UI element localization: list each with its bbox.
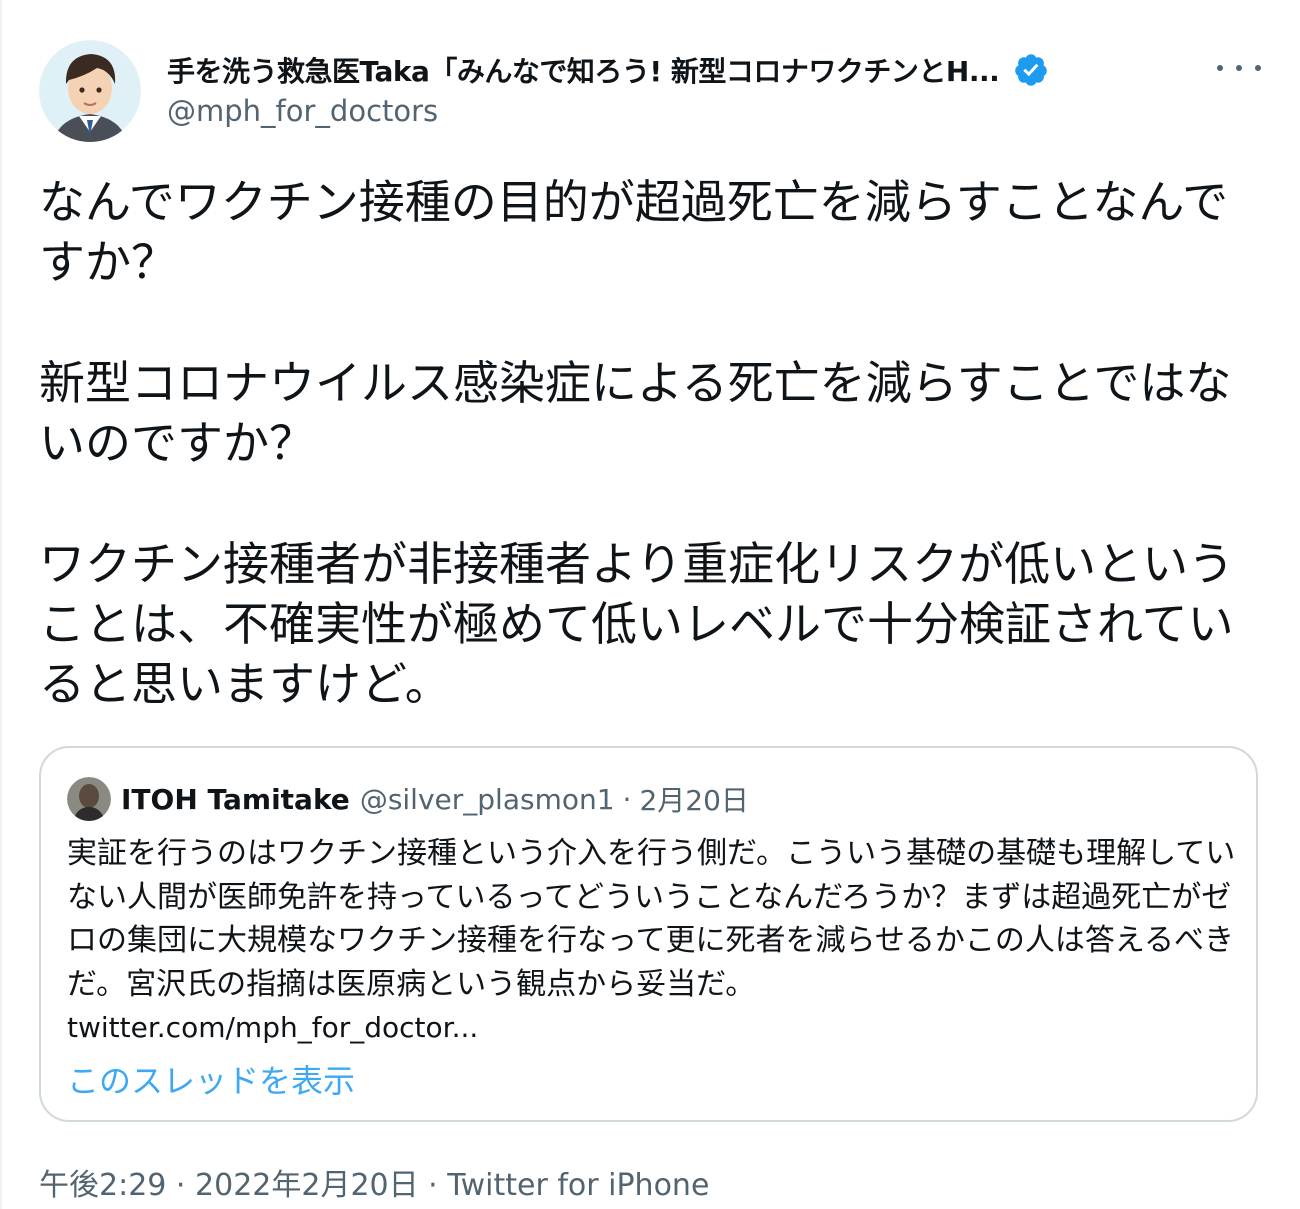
quoted-author-name[interactable]: ITOH Tamitake xyxy=(121,783,350,816)
tweet-text: なんでワクチン接種の目的が超過死亡を減らすことなんですか？ 新型コロナウイルス感… xyxy=(39,172,1254,714)
dot-separator: · xyxy=(175,1168,186,1203)
quoted-tweet-card[interactable]: ITOH Tamitake @silver_plasmon1 · 2月20日 実… xyxy=(39,746,1258,1122)
more-dot-icon xyxy=(1217,65,1223,71)
quoted-tweet-body: 実証を行うのはワクチン接種という介入を行う側だ。こういう基礎の基礎も理解していな… xyxy=(67,836,1236,1002)
more-options-button[interactable] xyxy=(1217,54,1261,82)
author-handle[interactable]: @mph_for_doctors xyxy=(167,94,438,128)
quoted-tweet-text: 実証を行うのはワクチン接種という介入を行う側だ。こういう基礎の基礎も理解していな… xyxy=(67,832,1237,1050)
tweet-metadata: 午後2:29 · 2022年2月20日 · Twitter for iPhone xyxy=(39,1160,709,1204)
photo-avatar-icon xyxy=(67,777,111,821)
quoted-author-avatar[interactable] xyxy=(67,777,111,821)
quoted-author-handle: @silver_plasmon1 xyxy=(359,782,615,816)
dot-separator: · xyxy=(622,782,632,816)
display-name-row: 手を洗う救急医Taka「みんなで知ろう! 新型コロナワクチンとH... xyxy=(167,50,1167,90)
tweet-header: 手を洗う救急医Taka「みんなで知ろう! 新型コロナワクチンとH... @mph… xyxy=(39,40,1269,144)
tweet-card: 手を洗う救急医Taka「みんなで知ろう! 新型コロナワクチンとH... @mph… xyxy=(0,0,1300,1209)
tweet-time[interactable]: 午後2:29 xyxy=(39,1168,166,1203)
more-dot-icon xyxy=(1255,65,1261,71)
more-dot-icon xyxy=(1236,65,1242,71)
dot-separator: · xyxy=(428,1168,438,1203)
tweet-source[interactable]: Twitter for iPhone xyxy=(447,1168,709,1203)
cartoon-avatar-icon xyxy=(39,40,141,142)
author-avatar[interactable] xyxy=(39,40,141,142)
tweet-paragraph: なんでワクチン接種の目的が超過死亡を減らすことなんですか？ xyxy=(39,175,1229,289)
quoted-tweet-header: ITOH Tamitake @silver_plasmon1 · 2月20日 xyxy=(67,776,749,822)
tweet-paragraph: ワクチン接種者が非接種者より重症化リスクが低いということは、不確実性が極めて低い… xyxy=(39,537,1235,711)
verified-badge-icon xyxy=(1015,54,1048,86)
quoted-tweet-date[interactable]: 2月20日 xyxy=(639,779,748,819)
author-display-name[interactable]: 手を洗う救急医Taka「みんなで知ろう! 新型コロナワクチンとH... xyxy=(167,50,999,90)
tweet-date[interactable]: 2022年2月20日 xyxy=(195,1168,419,1203)
quoted-tweet-link[interactable]: twitter.com/mph_for_doctor... xyxy=(67,1006,1237,1050)
show-thread-link[interactable]: このスレッドを表示 xyxy=(67,1056,355,1102)
tweet-paragraph: 新型コロナウイルス感染症による死亡を減らすことではないのですか？ xyxy=(39,356,1232,470)
